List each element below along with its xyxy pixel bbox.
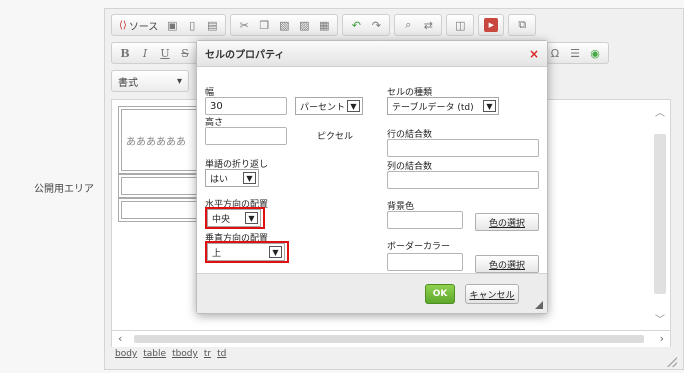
format-label: 書式 <box>118 77 138 89</box>
vertical-scrollbar[interactable]: ︿ ﹀ <box>652 104 668 326</box>
page-break-icon[interactable]: ◉ <box>587 45 603 61</box>
height-input[interactable] <box>205 127 287 145</box>
border-color-choose-button[interactable]: 色の選択 <box>475 255 539 273</box>
wrap-select[interactable]: はい ▼ <box>205 169 259 187</box>
path-item-tbody[interactable]: tbody <box>172 349 198 359</box>
dialog-title-bar[interactable]: セルのプロパティ × <box>197 41 547 67</box>
dialog-title: セルのプロパティ <box>205 50 285 61</box>
rowspan-input[interactable] <box>387 139 539 157</box>
table-cell-empty <box>121 201 197 219</box>
italic-button[interactable]: I <box>137 45 153 61</box>
scroll-left-icon[interactable]: ‹ <box>118 332 122 345</box>
dialog-footer: OK キャンセル <box>197 273 547 313</box>
border-color-input[interactable] <box>387 253 463 271</box>
cell-type-value: テーブルデータ (td) <box>392 102 474 113</box>
youtube-icon[interactable]: ▶ <box>484 18 499 32</box>
toolbar-group-link: ⧉ <box>508 14 537 36</box>
table-cell-2[interactable] <box>118 174 200 198</box>
redo-icon[interactable]: ↷ <box>368 17 384 33</box>
strike-button[interactable]: S <box>177 45 193 61</box>
ok-button[interactable]: OK <box>425 284 455 304</box>
width-unit-value: パーセント <box>300 102 346 113</box>
scroll-right-icon[interactable]: › <box>660 332 664 345</box>
chevron-down-icon: ▾ <box>176 75 182 87</box>
table-cell-1[interactable]: ああああああ <box>118 106 200 174</box>
new-page-icon[interactable]: ▯ <box>184 17 200 33</box>
path-item-td[interactable]: td <box>217 349 226 359</box>
halign-highlight <box>205 207 265 229</box>
replace-icon[interactable]: ⇄ <box>420 17 436 33</box>
editor-resize-handle[interactable] <box>667 357 677 367</box>
vertical-scroll-thumb[interactable] <box>654 134 666 294</box>
toolbar-group-document: ⟨⟩ ソース ▣ ▯ ▤ <box>111 14 227 36</box>
toolbar-group-undo: ↶ ↷ <box>342 14 391 36</box>
source-label: ソース <box>128 21 159 33</box>
cancel-button[interactable]: キャンセル <box>465 284 519 304</box>
undo-icon[interactable]: ↶ <box>348 17 364 33</box>
element-path-bar: body table tbody tr td <box>115 349 226 359</box>
find-icon[interactable]: ⌕ <box>400 17 416 33</box>
horizontal-rule-icon[interactable]: ☰ <box>567 45 583 61</box>
underline-button[interactable]: U <box>157 45 173 61</box>
toolbar-group-find: ⌕ ⇄ <box>394 14 443 36</box>
colspan-input[interactable] <box>387 171 539 189</box>
paste-text-icon[interactable]: ▨ <box>296 17 312 33</box>
preview-icon[interactable]: ▤ <box>204 17 220 33</box>
table-cell-empty <box>121 177 197 195</box>
chevron-down-icon: ▼ <box>243 172 256 184</box>
bold-button[interactable]: B <box>117 45 133 61</box>
special-char-button[interactable]: Ω <box>547 45 563 61</box>
table-cell-3[interactable] <box>118 198 200 222</box>
source-button[interactable]: ⟨⟩ ソース <box>117 17 160 33</box>
width-input[interactable]: 30 <box>205 97 287 115</box>
path-item-table[interactable]: table <box>143 349 166 359</box>
cell-properties-dialog: セルのプロパティ × 幅 30 パーセント ▼ 高さ ピクセル 単語の折り返し … <box>196 40 548 314</box>
scroll-up-icon[interactable]: ︿ <box>655 104 665 119</box>
paste-icon[interactable]: ▧ <box>276 17 292 33</box>
chevron-down-icon: ▼ <box>347 100 360 112</box>
toolbar-group-media: ▶ <box>478 14 505 36</box>
format-combo[interactable]: 書式 ▾ <box>111 70 189 92</box>
cut-icon[interactable]: ✂ <box>236 17 252 33</box>
dialog-resize-handle[interactable] <box>535 301 543 309</box>
paste-word-icon[interactable]: ▦ <box>316 17 332 33</box>
close-icon[interactable]: × <box>529 47 539 61</box>
path-item-tr[interactable]: tr <box>204 349 211 359</box>
side-label: 公開用エリア <box>34 184 94 195</box>
valign-highlight <box>205 241 289 263</box>
path-item-body[interactable]: body <box>115 349 137 359</box>
source-icon: ⟨⟩ <box>119 19 127 31</box>
toolbar-group-clipboard: ✂ ❐ ▧ ▨ ▦ <box>230 14 339 36</box>
height-unit-label: ピクセル <box>317 132 354 142</box>
scroll-down-icon[interactable]: ﹀ <box>655 311 665 326</box>
wrap-value: はい <box>210 174 229 185</box>
save-icon[interactable]: ▣ <box>164 17 180 33</box>
link-icon[interactable]: ⧉ <box>514 17 530 33</box>
select-all-icon[interactable]: ◫ <box>452 17 468 33</box>
horizontal-scrollbar[interactable]: ‹ › <box>111 331 671 347</box>
border-color-label: ボーダーカラー <box>387 242 451 252</box>
width-unit-select[interactable]: パーセント ▼ <box>295 97 363 115</box>
toolbar-group-basic-styles: B I U S <box>111 42 199 64</box>
bg-color-input[interactable] <box>387 211 463 229</box>
horizontal-scroll-thumb[interactable] <box>134 335 644 343</box>
toolbar-row-1: ⟨⟩ ソース ▣ ▯ ▤ ✂ ❐ ▧ ▨ ▦ ↶ ↷ ⌕ ⇄ ◫ ▶ ⧉ <box>111 13 540 37</box>
copy-icon[interactable]: ❐ <box>256 17 272 33</box>
dialog-body: 幅 30 パーセント ▼ 高さ ピクセル 単語の折り返し はい ▼ 水平方向の配… <box>197 67 547 275</box>
toolbar-group-select: ◫ <box>446 14 475 36</box>
toolbar-row-3: 書式 ▾ <box>111 69 189 93</box>
chevron-down-icon: ▼ <box>483 100 496 112</box>
bg-color-choose-button[interactable]: 色の選択 <box>475 213 539 231</box>
cell-type-select[interactable]: テーブルデータ (td) ▼ <box>387 97 499 115</box>
table-cell-text: ああああああ <box>121 109 197 171</box>
